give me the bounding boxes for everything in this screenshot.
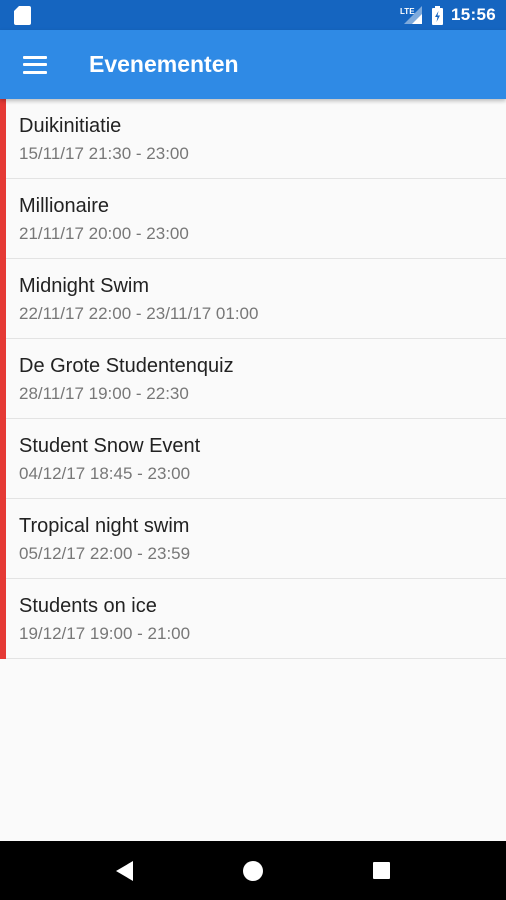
hamburger-menu-icon (23, 55, 47, 74)
menu-button[interactable] (0, 30, 70, 99)
event-time: 19/12/17 19:00 - 21:00 (19, 624, 191, 643)
status-clock: 15:56 (451, 5, 496, 24)
event-accent-bar (0, 179, 6, 259)
battery-charging-icon (432, 5, 444, 25)
status-bar: LTE 15:56 (0, 0, 506, 30)
event-item-millionaire[interactable]: Millionaire 21/11/17 20:00 - 23:00 (0, 179, 506, 259)
event-accent-bar (0, 339, 6, 419)
event-item-student-snow-event[interactable]: Student Snow Event 04/12/17 18:45 - 23:0… (0, 419, 506, 499)
home-circle-icon (242, 860, 263, 881)
lte-signal-icon: LTE (400, 5, 424, 25)
app-bar: Evenementen (0, 30, 506, 99)
event-item-tropical-night-swim[interactable]: Tropical night swim 05/12/17 22:00 - 23:… (0, 499, 506, 579)
system-nav-bar (0, 841, 506, 900)
status-icons: LTE 15:56 (400, 5, 496, 25)
event-title: Millionaire (19, 195, 110, 217)
event-title: Tropical night swim (19, 515, 190, 537)
event-time: 22/11/17 22:00 - 23/11/17 01:00 (19, 304, 259, 323)
back-triangle-icon (115, 860, 133, 881)
event-accent-bar (0, 259, 6, 339)
event-title: Midnight Swim (19, 275, 150, 297)
event-accent-bar (0, 419, 6, 499)
event-time: 21/11/17 20:00 - 23:00 (19, 224, 189, 243)
event-item-duikinitiatie[interactable]: Duikinitiatie 15/11/17 21:30 - 23:00 (0, 99, 506, 179)
sd-card-icon (14, 5, 31, 25)
event-item-midnight-swim[interactable]: Midnight Swim 22/11/17 22:00 - 23/11/17 … (0, 259, 506, 339)
event-list: Duikinitiatie 15/11/17 21:30 - 23:00 Mil… (0, 99, 506, 841)
event-title: De Grote Studentenquiz (19, 355, 234, 377)
event-item-students-on-ice[interactable]: Students on ice 19/12/17 19:00 - 21:00 (0, 579, 506, 659)
event-accent-bar (0, 99, 6, 179)
event-time: 28/11/17 19:00 - 22:30 (19, 384, 189, 403)
event-title: Student Snow Event (19, 435, 201, 457)
home-button[interactable] (233, 851, 273, 891)
event-title: Students on ice (19, 595, 157, 617)
event-time: 15/11/17 21:30 - 23:00 (19, 144, 189, 163)
back-button[interactable] (104, 851, 144, 891)
event-time: 05/12/17 22:00 - 23:59 (19, 544, 191, 563)
recents-button[interactable] (362, 851, 402, 891)
recents-square-icon (373, 862, 391, 879)
event-accent-bar (0, 579, 6, 659)
event-title: Duikinitiatie (19, 115, 122, 137)
event-accent-bar (0, 499, 6, 579)
event-time: 04/12/17 18:45 - 23:00 (19, 464, 191, 483)
event-item-studentenquiz[interactable]: De Grote Studentenquiz 28/11/17 19:00 - … (0, 339, 506, 419)
page-title: Evenementen (89, 51, 239, 77)
